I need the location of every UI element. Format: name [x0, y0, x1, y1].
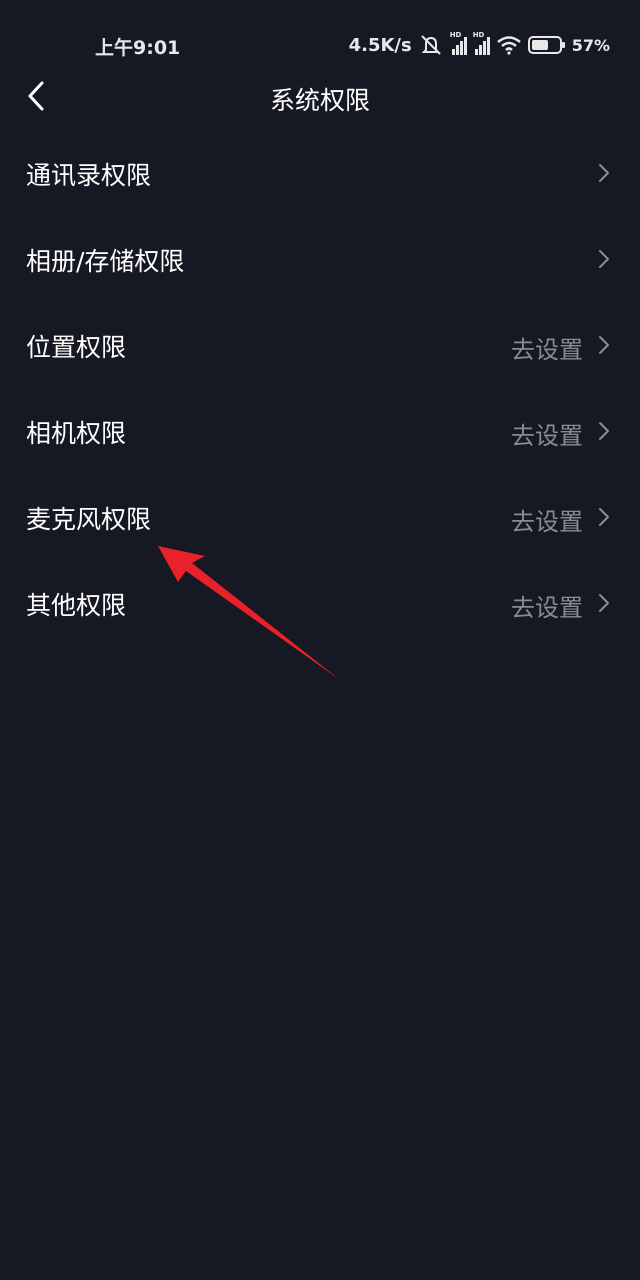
- battery-percent: 57%: [571, 35, 610, 55]
- chevron-right-icon: [599, 508, 609, 526]
- permission-label: 相册/存储权限: [26, 247, 185, 276]
- nav-bar: 系统权限: [0, 64, 640, 128]
- chevron-right-icon: [599, 250, 609, 268]
- permission-label: 麦克风权限: [26, 505, 152, 534]
- permission-row-contacts[interactable]: 通讯录权限: [0, 130, 640, 216]
- mute-icon: [420, 35, 441, 55]
- permission-label: 位置权限: [26, 333, 127, 362]
- permission-row-other[interactable]: 其他权限 去设置: [0, 560, 640, 646]
- chevron-right-icon: [599, 164, 609, 182]
- go-settings-link[interactable]: 去设置: [511, 502, 583, 537]
- permission-row-album-storage[interactable]: 相册/存储权限: [0, 216, 640, 302]
- permission-row-camera[interactable]: 相机权限 去设置: [0, 388, 640, 474]
- status-time: 上午9:01: [95, 37, 181, 59]
- go-settings-link[interactable]: 去设置: [511, 588, 583, 623]
- permission-row-microphone[interactable]: 麦克风权限 去设置: [0, 474, 640, 560]
- hd-signal-icon: HD: [450, 31, 467, 55]
- go-settings-link[interactable]: 去设置: [511, 330, 583, 365]
- hd-signal-icon: HD: [473, 31, 490, 55]
- network-speed: 4.5K/s: [348, 34, 412, 56]
- permission-list: 通讯录权限 相册/存储权限 位置权限 去设置 相机权限 去设置 麦克风权限 去设…: [0, 130, 640, 646]
- page-title: 系统权限: [269, 86, 370, 115]
- chevron-right-icon: [599, 422, 609, 440]
- status-icons: 4.5K/s HD HD 57%: [348, 31, 610, 58]
- permission-label: 通讯录权限: [26, 161, 152, 190]
- go-settings-link[interactable]: 去设置: [511, 416, 583, 451]
- permission-label: 相机权限: [26, 419, 127, 448]
- chevron-right-icon: [599, 594, 609, 612]
- permission-label: 其他权限: [26, 591, 127, 620]
- wifi-icon: [496, 36, 521, 55]
- chevron-right-icon: [599, 336, 609, 354]
- permission-row-location[interactable]: 位置权限 去设置: [0, 302, 640, 388]
- battery-icon: [527, 36, 565, 54]
